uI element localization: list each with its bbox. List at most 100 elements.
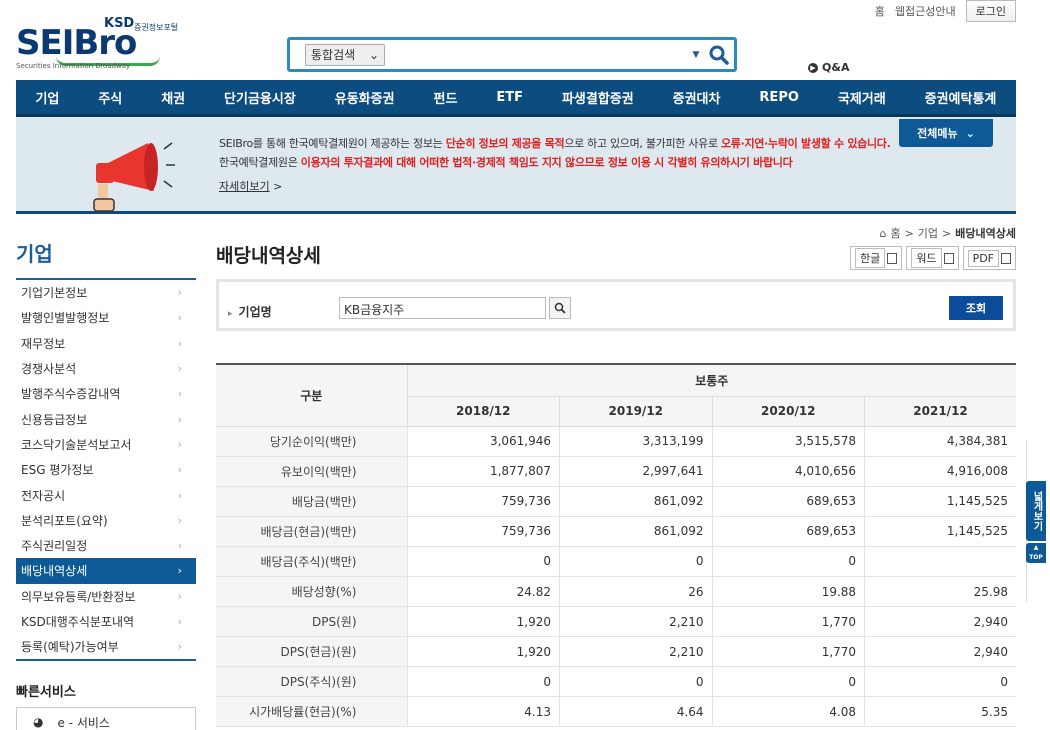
table-cell: 2,940 bbox=[864, 636, 1016, 668]
seibro-logo[interactable]: KSD 증권정보포털 SEIBro Securities Information… bbox=[16, 8, 196, 72]
sidebar-item[interactable]: 코스닥기술분석보고서 › bbox=[16, 432, 196, 457]
search-icon bbox=[554, 302, 566, 314]
notice-line2-a: 한국예탁결제원은 bbox=[219, 156, 301, 169]
accessibility-link[interactable]: 웹접근성안내 bbox=[895, 3, 956, 19]
table-cell: 2,997,641 bbox=[559, 455, 713, 487]
table-cell: 0 bbox=[711, 666, 866, 698]
bullet-icon: ▸ bbox=[228, 309, 233, 319]
export-hwp-button[interactable]: 한글 bbox=[850, 246, 903, 270]
table-cell: 689,653 bbox=[711, 515, 866, 547]
all-menu-button[interactable]: 전체메뉴 ⌄ bbox=[899, 119, 993, 147]
nav-item-1[interactable]: 주식 bbox=[98, 88, 122, 107]
row-label: 배당금(백만) bbox=[216, 485, 408, 517]
breadcrumb-current: 배당내역상세 bbox=[955, 227, 1016, 240]
quick-service-label: e - 서비스 bbox=[57, 715, 110, 730]
dropdown-arrow-icon[interactable]: ▼ bbox=[688, 50, 704, 60]
search-icon[interactable] bbox=[704, 45, 734, 65]
play-icon: ▶ bbox=[808, 62, 818, 73]
table-cell: 0 bbox=[711, 545, 866, 577]
export-pdf-button[interactable]: PDF bbox=[962, 246, 1016, 270]
col-label-header: 구분 bbox=[216, 364, 408, 427]
table-cell: 1,920 bbox=[406, 606, 561, 638]
table-cell: 0 bbox=[559, 545, 713, 577]
home-link[interactable]: 홈 bbox=[875, 3, 885, 19]
sidebar-item[interactable]: 주식권리일정 › bbox=[16, 533, 196, 558]
chevron-right-icon: › bbox=[177, 564, 182, 578]
sidebar-item[interactable]: 기업기본정보 › bbox=[16, 280, 196, 305]
table-cell: 0 bbox=[406, 545, 561, 577]
company-search-button[interactable] bbox=[549, 297, 571, 319]
sidebar-item[interactable]: 분석리포트(요약) › bbox=[16, 508, 196, 533]
search-input[interactable] bbox=[385, 43, 688, 66]
company-name-field[interactable]: KB금융지주 bbox=[339, 297, 546, 319]
year-header: 2020/12 bbox=[711, 396, 866, 427]
nav-item-8[interactable]: 증권대차 bbox=[673, 88, 721, 107]
notice-line2-b: 이용자의 투자결과에 대해 어떠한 법적·경제적 책임도 지지 않으므로 정보 … bbox=[300, 156, 793, 169]
wide-view-button[interactable]: 넓게보기 bbox=[1026, 481, 1046, 541]
table-cell: 861,092 bbox=[559, 485, 713, 517]
search-scope-select[interactable]: 통합검색 ⌄ bbox=[305, 43, 385, 66]
year-header: 2018/12 bbox=[407, 396, 561, 427]
table-cell: 1,770 bbox=[711, 606, 866, 638]
sidebar-item[interactable]: 발행인별발행정보 › bbox=[16, 305, 196, 330]
nav-item-6[interactable]: ETF bbox=[496, 90, 523, 105]
search-scope-label: 통합검색 bbox=[311, 48, 356, 62]
nav-item-11[interactable]: 증권예탁통계 bbox=[925, 88, 997, 107]
table-cell: 4.64 bbox=[559, 696, 713, 728]
megaphone-icon bbox=[93, 142, 175, 212]
sidebar-item[interactable]: 의무보유등록/반환정보 › bbox=[16, 584, 196, 609]
sidebar-menu: 기업기본정보 › 발행인별발행정보 › 재무정보 › 경쟁사분석 › 발행주식수증감내역 › 신용등… bbox=[16, 278, 196, 662]
export-word-button[interactable]: 워드 bbox=[906, 246, 959, 270]
login-button[interactable]: 로그인 bbox=[965, 0, 1016, 22]
table-cell: 759,736 bbox=[406, 485, 561, 517]
nav-item-3[interactable]: 단기금융시장 bbox=[224, 88, 296, 107]
qa-link[interactable]: ▶ Q&A bbox=[808, 61, 849, 74]
word-file-icon bbox=[943, 252, 954, 264]
sidebar-item-label: 기업기본정보 bbox=[21, 286, 88, 301]
nav-item-7[interactable]: 파생결합증권 bbox=[562, 88, 634, 107]
chevron-right-icon: › bbox=[177, 362, 182, 376]
company-label-text: 기업명 bbox=[238, 305, 272, 319]
nav-item-10[interactable]: 국제거래 bbox=[838, 88, 886, 107]
table-cell: 4,010,656 bbox=[711, 455, 866, 487]
home-icon[interactable]: ⌂ bbox=[879, 227, 886, 240]
sidebar-item-label: KSD대행주식분포내역 bbox=[21, 615, 135, 629]
sidebar-item[interactable]: 신용등급정보 › bbox=[16, 406, 196, 431]
notice-line1-a: SEIBro를 통해 한국예탁결제원이 제공하는 정보는 bbox=[219, 137, 446, 150]
table-row: 배당성향(%) 24.82 26 19.88 25.98 bbox=[216, 575, 1016, 608]
row-label: DPS(현금)(원) bbox=[216, 636, 408, 668]
sidebar-item[interactable]: 등록(예탁)가능여부 › bbox=[16, 634, 196, 659]
sidebar-item-label: 배당내역상세 bbox=[21, 564, 88, 579]
breadcrumb-home[interactable]: 홈 bbox=[890, 225, 900, 241]
nav-item-4[interactable]: 유동화증권 bbox=[335, 88, 395, 107]
nav-item-9[interactable]: REPO bbox=[759, 90, 798, 105]
chevron-down-icon: ⌄ bbox=[368, 47, 379, 62]
nav-item-5[interactable]: 펀드 bbox=[434, 88, 458, 107]
quick-service-item[interactable]: ◕ e - 서비스 bbox=[16, 707, 196, 730]
search-filter-box: ▸ 기업명 KB금융지주 조회 bbox=[216, 279, 1016, 331]
sidebar-item[interactable]: ESG 평가정보 › bbox=[16, 457, 196, 482]
sidebar-item[interactable]: 재무정보 › bbox=[16, 331, 196, 356]
chevron-right-icon: › bbox=[177, 488, 182, 502]
table-cell: 1,145,525 bbox=[864, 515, 1016, 547]
sidebar-item[interactable]: 배당내역상세 › bbox=[16, 558, 196, 584]
nav-item-2[interactable]: 채권 bbox=[161, 88, 185, 107]
sidebar-item[interactable]: KSD대행주식분포내역 › bbox=[16, 609, 196, 634]
notice-more-link[interactable]: 자세히보기 > bbox=[219, 178, 282, 194]
dividend-table: 구분 보통주 2018/12 2019/12 2020/12 2021/12 당기순이… bbox=[216, 363, 1016, 728]
table-cell: 1,770 bbox=[711, 636, 866, 668]
sidebar-item[interactable]: 발행주식수증감내역 › bbox=[16, 381, 196, 406]
breadcrumb-level1[interactable]: 기업 bbox=[918, 225, 938, 241]
chevron-right-icon: › bbox=[177, 311, 182, 325]
sidebar-item[interactable]: 경쟁사분석 › bbox=[16, 356, 196, 381]
chevron-right-icon: › bbox=[177, 539, 182, 553]
sidebar-item[interactable]: 전자공시 › bbox=[16, 482, 196, 507]
table-cell: 4,916,008 bbox=[864, 455, 1016, 487]
table-row: 유보이익(백만) 1,877,807 2,997,641 4,010,656 4,916… bbox=[216, 455, 1016, 487]
chevron-right-icon: › bbox=[177, 286, 182, 300]
row-label: 시가배당률(현금)(%) bbox=[216, 696, 408, 728]
submit-button[interactable]: 조회 bbox=[949, 296, 1003, 320]
top-button[interactable]: ▲ TOP bbox=[1026, 543, 1046, 563]
nav-item-0[interactable]: 기업 bbox=[35, 88, 59, 107]
table-row: DPS(주식)(원) 0 0 0 0 bbox=[216, 666, 1016, 698]
